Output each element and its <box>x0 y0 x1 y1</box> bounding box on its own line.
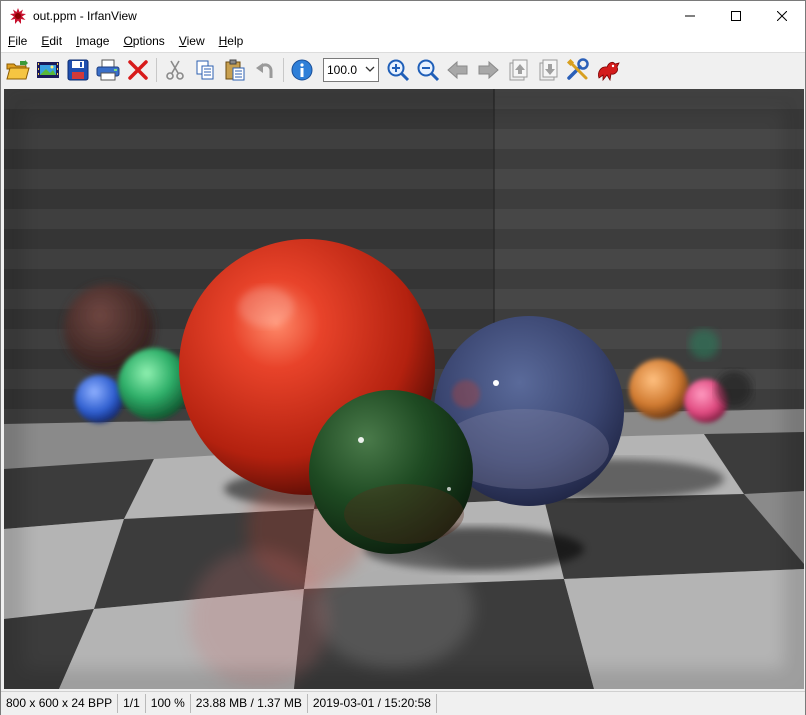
minimize-icon <box>685 15 695 17</box>
slideshow-icon <box>37 62 59 78</box>
cut-button[interactable] <box>160 55 190 85</box>
zoom-select[interactable]: 100.0 <box>323 58 379 82</box>
settings-icon <box>566 58 589 80</box>
about-irfanview-button[interactable] <box>593 55 623 85</box>
toolbar-separator <box>283 58 284 82</box>
copy-button[interactable] <box>190 55 220 85</box>
print-button[interactable] <box>93 55 123 85</box>
menu-options[interactable]: Options <box>116 31 171 52</box>
rendered-image <box>4 89 804 689</box>
maximize-icon <box>731 11 741 21</box>
irfanview-window: out.ppm - IrfanView File Edit Image Opti… <box>0 0 806 715</box>
paste-button[interactable] <box>220 55 250 85</box>
maximize-button[interactable] <box>713 1 759 31</box>
chevron-down-icon <box>365 66 375 72</box>
info-button[interactable] <box>287 55 317 85</box>
next-icon <box>478 60 499 80</box>
status-dimensions: 800 x 600 x 24 BPP <box>1 694 119 713</box>
next-button[interactable] <box>473 55 503 85</box>
menu-help[interactable]: Help <box>212 31 251 52</box>
status-datetime: 2019-03-01 / 15:20:58 <box>308 694 437 713</box>
page-down-icon <box>539 59 558 81</box>
print-icon <box>96 59 120 81</box>
menu-file[interactable]: File <box>1 31 34 52</box>
status-memory: 23.88 MB / 1.37 MB <box>191 694 308 713</box>
status-bar: 800 x 600 x 24 BPP 1/1 100 % 23.88 MB / … <box>1 691 805 715</box>
undo-button[interactable] <box>250 55 280 85</box>
zoom-value: 100.0 <box>327 63 358 77</box>
page-down-button[interactable] <box>533 55 563 85</box>
info-icon <box>291 59 313 81</box>
save-button[interactable] <box>63 55 93 85</box>
settings-button[interactable] <box>563 55 593 85</box>
toolbar: 100.0 <box>1 52 805 87</box>
zoom-out-icon <box>417 59 440 82</box>
previous-icon <box>447 60 468 80</box>
close-button[interactable] <box>759 1 805 31</box>
page-up-icon <box>509 59 528 81</box>
menu-bar: File Edit Image Options View Help <box>1 31 805 52</box>
window-controls <box>667 1 805 31</box>
menu-image[interactable]: Image <box>69 31 116 52</box>
page-up-button[interactable] <box>503 55 533 85</box>
irfanview-icon <box>598 61 620 82</box>
save-icon <box>67 59 89 81</box>
close-icon <box>777 11 787 21</box>
open-folder-icon <box>6 60 30 80</box>
delete-icon <box>128 60 148 80</box>
paste-icon <box>225 59 245 81</box>
title-bar[interactable]: out.ppm - IrfanView <box>1 1 805 31</box>
menu-edit[interactable]: Edit <box>34 31 69 52</box>
copy-icon <box>196 60 214 80</box>
undo-icon <box>256 63 273 78</box>
status-zoom: 100 % <box>146 694 191 713</box>
zoom-out-button[interactable] <box>413 55 443 85</box>
irfanview-red-splat-icon <box>10 8 26 24</box>
slideshow-button[interactable] <box>33 55 63 85</box>
status-page: 1/1 <box>118 694 146 713</box>
menu-view[interactable]: View <box>172 31 212 52</box>
zoom-in-icon <box>387 59 410 82</box>
previous-button[interactable] <box>443 55 473 85</box>
delete-button[interactable] <box>123 55 153 85</box>
minimize-button[interactable] <box>667 1 713 31</box>
zoom-in-button[interactable] <box>383 55 413 85</box>
window-title: out.ppm - IrfanView <box>33 9 137 23</box>
cut-icon <box>166 60 184 80</box>
open-button[interactable] <box>3 55 33 85</box>
image-viewport[interactable] <box>4 89 804 689</box>
toolbar-separator <box>156 58 157 82</box>
